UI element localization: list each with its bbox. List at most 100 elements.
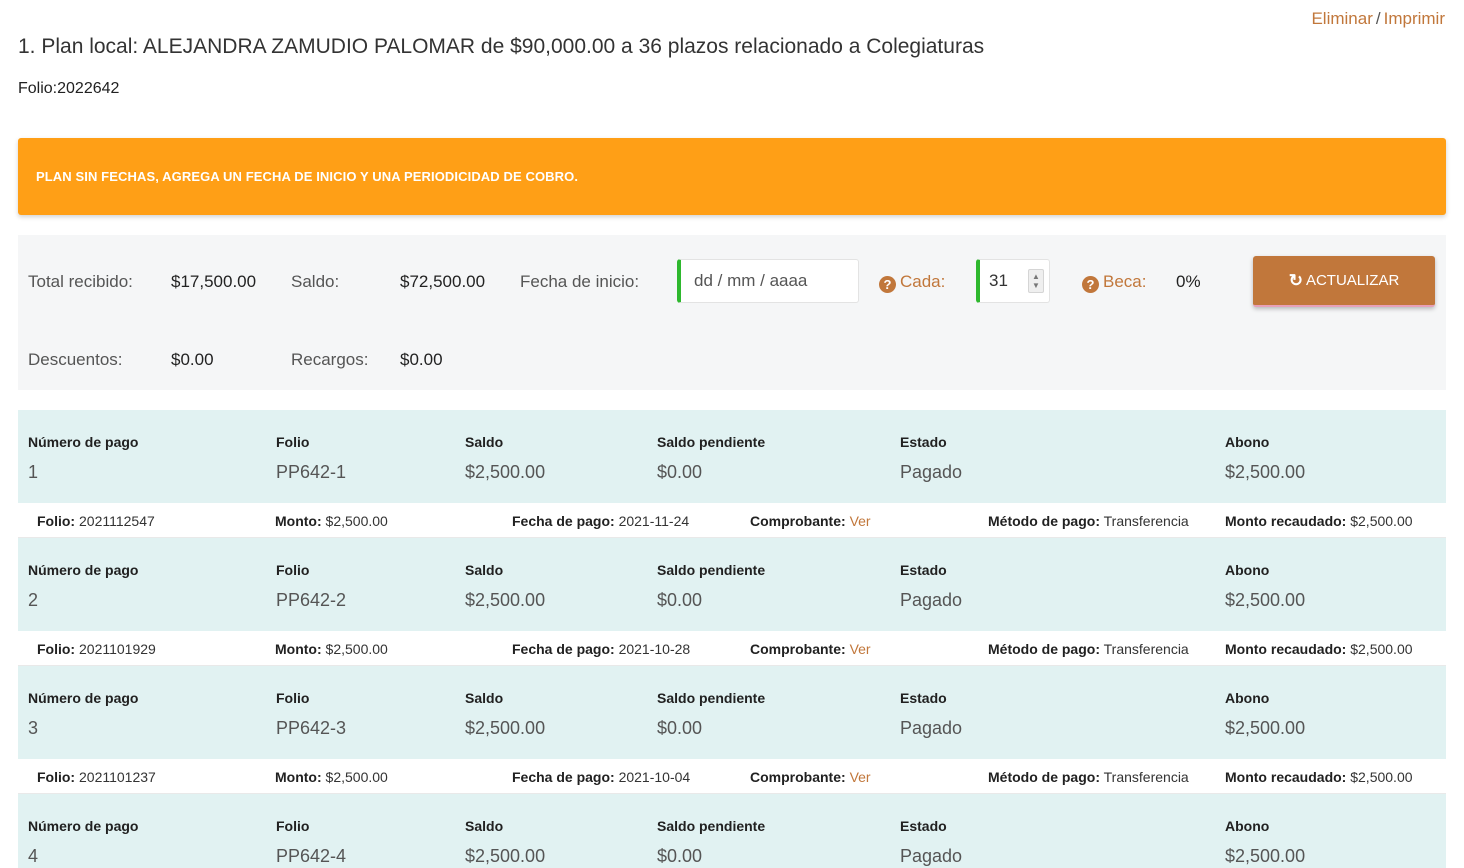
payment-saldo: $2,500.00 (465, 590, 546, 610)
payment-folio: PP642-2 (276, 590, 347, 610)
cada-value: 31 (989, 271, 1008, 290)
payment-number: 2 (28, 590, 39, 610)
col-abono-header: Abono (1225, 434, 1270, 450)
detail-folio: Folio: 2021101237 (37, 769, 156, 785)
print-link[interactable]: Imprimir (1384, 9, 1445, 28)
recargos-label: Recargos: (291, 350, 369, 369)
detail-monto: Monto: $2,500.00 (275, 769, 388, 785)
col-saldo-pendiente-header: Saldo pendiente (657, 434, 766, 450)
col-numero-header: Número de pago (28, 690, 139, 706)
payment-detail-row: Folio: 2021101237 Monto: $2,500.00 Fecha… (18, 759, 1446, 794)
col-folio-header: Folio (276, 690, 310, 706)
col-saldo-header: Saldo (465, 690, 504, 706)
ver-comprobante-link[interactable]: Ver (850, 513, 871, 529)
payment-estado: Pagado (900, 846, 963, 866)
descuentos-label: Descuentos: (28, 350, 123, 369)
number-spinner[interactable]: ▲ ▼ (1028, 269, 1044, 293)
cada-label: Cada: (900, 272, 946, 291)
detail-fecha: Fecha de pago: 2021-10-28 (512, 641, 691, 657)
detail-fecha: Fecha de pago: 2021-11-24 (512, 513, 690, 529)
payment-number: 4 (28, 846, 39, 866)
detail-metodo: Método de pago: Transferencia (988, 641, 1189, 657)
payment-estado: Pagado (900, 590, 963, 610)
col-folio-header: Folio (276, 434, 310, 450)
detail-folio: Folio: 2021101929 (37, 641, 156, 657)
link-separator: / (1375, 9, 1381, 28)
payment-abono: $2,500.00 (1225, 590, 1306, 610)
col-folio-header: Folio (276, 562, 310, 578)
warning-alert: PLAN SIN FECHAS, AGREGA UN FECHA DE INIC… (18, 138, 1446, 215)
chevron-up-icon[interactable]: ▲ (1032, 272, 1040, 281)
payment-row: Número de pago Folio Saldo Saldo pendien… (18, 538, 1446, 631)
payment-folio: PP642-1 (276, 462, 347, 482)
fecha-inicio-label: Fecha de inicio: (520, 272, 640, 291)
beca-value: 0% (1176, 272, 1201, 291)
total-recibido-value: $17,500.00 (171, 272, 257, 291)
top-actions: Eliminar / Imprimir (1311, 9, 1445, 29)
plan-folio: Folio:2022642 (18, 80, 120, 97)
total-recibido-label: Total recibido: (28, 272, 133, 291)
col-saldo-header: Saldo (465, 818, 504, 834)
detail-metodo: Método de pago: Transferencia (988, 769, 1189, 785)
payment-saldo-pendiente: $0.00 (657, 718, 703, 738)
payment-saldo: $2,500.00 (465, 462, 546, 482)
cada-label-group: ? Cada: (879, 272, 945, 293)
payments-list: Número de pago Folio Saldo Saldo pendien… (18, 410, 1446, 868)
payment-row: Número de pago Folio Saldo Saldo pendien… (18, 410, 1446, 503)
col-abono-header: Abono (1225, 818, 1270, 834)
detail-comprobante: Comprobante: Ver (750, 769, 871, 785)
payment-detail-row: Folio: 2021101929 Monto: $2,500.00 Fecha… (18, 631, 1446, 666)
descuentos-value: $0.00 (171, 350, 214, 369)
payment-detail-row: Folio: 2021112547 Monto: $2,500.00 Fecha… (18, 503, 1446, 538)
beca-label-group: ? Beca: (1082, 272, 1146, 293)
help-icon[interactable]: ? (1082, 276, 1099, 293)
detail-comprobante: Comprobante: Ver (750, 513, 871, 529)
payment-saldo: $2,500.00 (465, 718, 546, 738)
payment-folio: PP642-3 (276, 718, 347, 738)
delete-link[interactable]: Eliminar (1311, 9, 1372, 28)
col-saldo-header: Saldo (465, 562, 504, 578)
actualizar-button[interactable]: ↻ ACTUALIZAR (1253, 256, 1435, 307)
col-estado-header: Estado (900, 818, 947, 834)
payment-saldo: $2,500.00 (465, 846, 546, 866)
payment-saldo-pendiente: $0.00 (657, 462, 703, 482)
fecha-inicio-input[interactable]: dd / mm / aaaa (677, 259, 859, 303)
detail-folio: Folio: 2021112547 (37, 513, 155, 529)
help-icon[interactable]: ? (879, 276, 896, 293)
detail-monto: Monto: $2,500.00 (275, 513, 388, 529)
detail-fecha: Fecha de pago: 2021-10-04 (512, 769, 691, 785)
ver-comprobante-link[interactable]: Ver (850, 769, 871, 785)
payment-abono: $2,500.00 (1225, 846, 1306, 866)
saldo-label: Saldo: (291, 272, 340, 291)
payment-row: Número de pago Folio Saldo Saldo pendien… (18, 794, 1446, 868)
alert-message: PLAN SIN FECHAS, AGREGA UN FECHA DE INIC… (36, 169, 579, 184)
col-numero-header: Número de pago (28, 434, 139, 450)
payment-estado: Pagado (900, 718, 963, 738)
col-folio-header: Folio (276, 818, 310, 834)
payment-number: 3 (28, 718, 39, 738)
col-abono-header: Abono (1225, 690, 1270, 706)
cada-number-input[interactable]: 31 ▲ ▼ (976, 259, 1050, 303)
col-saldo-pendiente-header: Saldo pendiente (657, 818, 766, 834)
detail-monto: Monto: $2,500.00 (275, 641, 388, 657)
col-estado-header: Estado (900, 690, 947, 706)
fecha-inicio-placeholder: dd / mm / aaaa (694, 271, 808, 290)
payment-saldo-pendiente: $0.00 (657, 590, 703, 610)
detail-recaudado: Monto recaudado: $2,500.00 (1225, 769, 1413, 785)
beca-label: Beca: (1103, 272, 1147, 291)
ver-comprobante-link[interactable]: Ver (850, 641, 871, 657)
payment-abono: $2,500.00 (1225, 718, 1306, 738)
detail-comprobante: Comprobante: Ver (750, 641, 871, 657)
payment-number: 1 (28, 462, 39, 482)
col-estado-header: Estado (900, 562, 947, 578)
page-title: 1. Plan local: ALEJANDRA ZAMUDIO PALOMAR… (18, 35, 985, 58)
detail-metodo: Método de pago: Transferencia (988, 513, 1189, 529)
chevron-down-icon[interactable]: ▼ (1032, 281, 1040, 290)
payment-row: Número de pago Folio Saldo Saldo pendien… (18, 666, 1446, 759)
col-saldo-header: Saldo (465, 434, 504, 450)
col-saldo-pendiente-header: Saldo pendiente (657, 562, 766, 578)
col-abono-header: Abono (1225, 562, 1270, 578)
saldo-value: $72,500.00 (400, 272, 486, 291)
detail-recaudado: Monto recaudado: $2,500.00 (1225, 513, 1413, 529)
col-numero-header: Número de pago (28, 562, 139, 578)
